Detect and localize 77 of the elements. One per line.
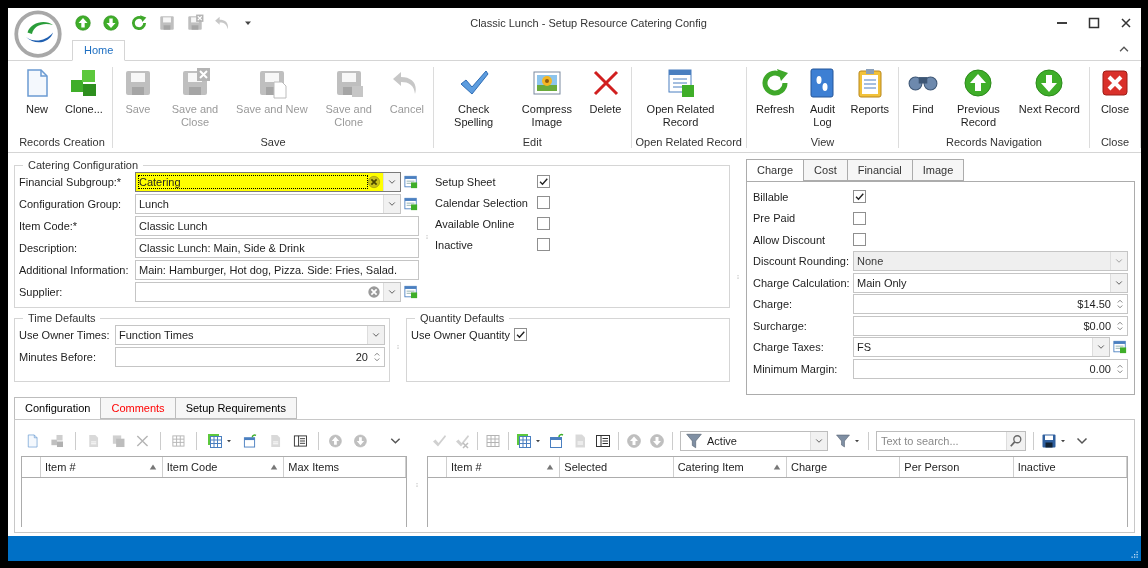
combo-field[interactable]: Main Only xyxy=(853,272,1128,293)
ribbon-button[interactable]: Find xyxy=(903,67,943,134)
combo-field[interactable]: Function Times xyxy=(115,325,385,345)
ribbon-button[interactable]: Clone... xyxy=(60,67,108,134)
ribbon-button[interactable]: New xyxy=(16,67,58,134)
field-label: Description: xyxy=(19,242,79,254)
number-field[interactable]: 20 xyxy=(115,347,385,367)
ribbon-group-label: Edit xyxy=(521,135,543,148)
column-header[interactable]: Catering Item xyxy=(673,457,787,477)
column-header[interactable]: Max Items xyxy=(284,457,406,477)
tab[interactable]: Configuration xyxy=(14,397,101,420)
field-label: Item Code:* xyxy=(19,220,79,232)
combo-field[interactable]: FS xyxy=(853,337,1110,358)
ribbon-button[interactable]: Check Spelling xyxy=(438,67,510,134)
checkbox-label: Use Owner Quantity xyxy=(411,328,511,341)
ribbon-button[interactable]: Delete xyxy=(584,67,627,134)
ribbon-group-label: Close xyxy=(1099,135,1131,148)
text-field[interactable]: Classic Lunch: Main, Side & Drink xyxy=(135,238,419,258)
text-field[interactable]: Main: Hamburger, Hot dog, Pizza. Side: Fries, Salad. xyxy=(135,260,419,280)
field-label: Surcharge: xyxy=(753,319,808,332)
number-field[interactable]: 0.00 xyxy=(853,358,1128,379)
field-label: Additional Information: xyxy=(19,264,130,276)
tab[interactable]: Setup Requirements xyxy=(174,397,297,419)
field-label: Pre Paid xyxy=(753,212,797,225)
ribbon-group-label: Records Creation xyxy=(18,135,106,148)
field-label: Discount Rounding: xyxy=(753,255,850,268)
ribbon-group-label: Save xyxy=(259,135,287,148)
field-label: Charge: xyxy=(753,298,794,311)
number-field[interactable]: $14.50 xyxy=(853,294,1128,315)
column-header[interactable]: Item # xyxy=(41,457,163,477)
combo-field[interactable]: Catering xyxy=(135,172,401,192)
field-label: Minutes Before: xyxy=(19,351,98,363)
tab[interactable]: Comments xyxy=(100,397,175,419)
ribbon-button[interactable]: Previous Record xyxy=(945,67,1012,134)
field-label: Minimum Margin: xyxy=(753,362,839,375)
column-header[interactable]: Inactive xyxy=(1013,457,1127,477)
section-title: Time Defaults xyxy=(27,312,97,324)
tab[interactable]: Cost xyxy=(803,159,847,181)
field-label: Use Owner Times: xyxy=(19,329,111,341)
ribbon-tab[interactable]: Home xyxy=(72,40,126,61)
ribbon-button[interactable]: Audit Log xyxy=(801,67,844,134)
checkbox-label: Calendar Selection xyxy=(435,196,529,209)
checkbox-label: Setup Sheet xyxy=(435,175,497,188)
ribbon-button[interactable]: Open Related Record xyxy=(635,67,726,134)
field-label: Charge Calculation: xyxy=(753,276,851,289)
field-label: Charge Taxes: xyxy=(753,341,825,354)
column-header[interactable]: Charge xyxy=(787,457,901,477)
ribbon-group-label: Open Related Record xyxy=(635,135,742,148)
checkbox-label: Inactive xyxy=(435,238,474,251)
tab[interactable]: Financial xyxy=(846,159,912,181)
field-label: Allow Discount xyxy=(753,233,827,246)
number-field[interactable]: $0.00 xyxy=(853,315,1128,336)
section-title: Quantity Defaults xyxy=(419,312,506,324)
field-label: Billable xyxy=(753,190,790,203)
column-header[interactable]: Per Person xyxy=(900,457,1014,477)
ribbon-group-label: View xyxy=(809,135,836,148)
ribbon-group-label: Records Navigation xyxy=(945,135,1043,148)
ribbon-button[interactable]: Close xyxy=(1094,67,1136,134)
column-header[interactable]: Item Code xyxy=(162,457,285,477)
ribbon-button[interactable]: Compress Image xyxy=(511,67,583,134)
field-label: Configuration Group: xyxy=(19,198,123,210)
ribbon-button[interactable]: Next Record xyxy=(1013,67,1085,134)
section-title: Catering Configuration xyxy=(27,159,140,171)
tab[interactable]: Image xyxy=(911,159,965,181)
filter-combo[interactable]: Active xyxy=(680,431,828,451)
ribbon-button[interactable]: Refresh xyxy=(750,67,800,134)
ribbon-button[interactable]: Reports xyxy=(845,67,894,134)
column-header[interactable]: Item # xyxy=(447,457,561,477)
field-label: Financial Subgroup:* xyxy=(19,176,123,188)
column-header[interactable]: Selected xyxy=(560,457,674,477)
combo-field[interactable]: Lunch xyxy=(135,194,401,214)
field-label: Supplier: xyxy=(19,286,64,298)
checkbox-label: Available Online xyxy=(435,217,516,230)
tab[interactable]: Charge xyxy=(746,159,804,182)
text-field[interactable]: Classic Lunch xyxy=(135,216,419,236)
search-field[interactable]: Text to search... xyxy=(876,431,1026,451)
window-title: Classic Lunch - Setup Resource Catering Config xyxy=(469,17,708,29)
